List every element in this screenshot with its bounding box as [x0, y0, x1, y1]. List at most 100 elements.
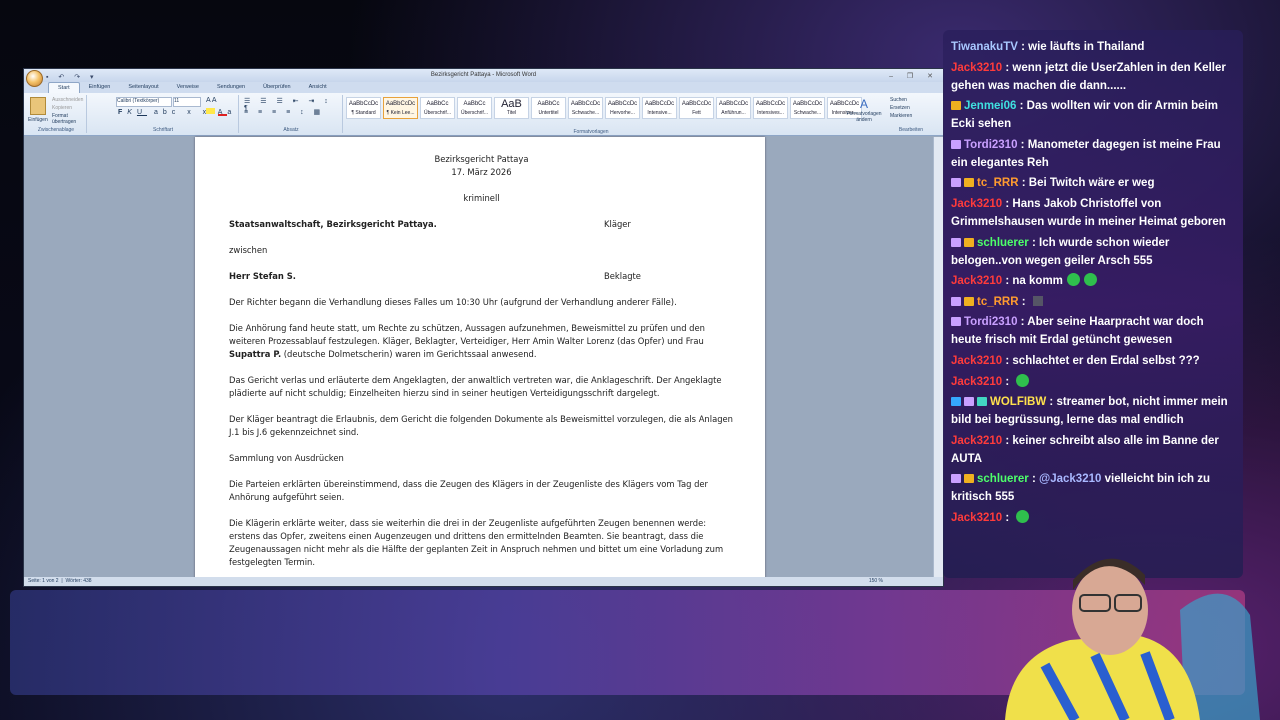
chat-panel: TiwanakuTV : wie läufts in Thailand Jack3…: [943, 30, 1243, 578]
paste-button[interactable]: Einfügen: [28, 117, 48, 123]
style-preview: AaBbCc: [537, 101, 560, 107]
grow-shrink-font-icons[interactable]: A A: [206, 97, 217, 104]
cut-button[interactable]: Ausschneiden: [52, 97, 83, 103]
chat-username[interactable]: schluerer: [977, 237, 1029, 249]
format-painter-button[interactable]: Format übertragen: [52, 113, 86, 125]
chat-username[interactable]: Jack3210: [951, 62, 1002, 74]
chat-username[interactable]: TiwanakuTV: [951, 41, 1018, 53]
style-preview: AaBbCcDc: [681, 101, 712, 107]
editing-group: Suchen Ersetzen Markieren Bearbeiten: [886, 95, 936, 133]
gold-badge-icon: [964, 474, 974, 484]
tab-4[interactable]: Sendungen: [208, 82, 254, 93]
chat-username[interactable]: Tordi2310: [964, 139, 1017, 151]
chat-username[interactable]: Jenmei06: [964, 100, 1016, 112]
chat-message: Jack3210 : schlachtet er den Erdal selbs…: [951, 354, 1200, 367]
status-page[interactable]: Seite: 1 von 2: [28, 578, 59, 584]
style-item[interactable]: AaBbCcDc ¶ Standard: [346, 97, 381, 119]
tab-5[interactable]: Überprüfen: [254, 82, 300, 93]
doc-paragraph-7: Die Klägerin erklärte weiter, dass sie w…: [229, 518, 724, 567]
chat-username[interactable]: Jack3210: [951, 512, 1002, 524]
paragraph-group-label: Absatz: [283, 127, 299, 133]
style-item[interactable]: AaBbCcDc ¶ Kein Lee...: [383, 97, 418, 119]
gem-badge-icon: [977, 397, 987, 407]
status-words[interactable]: Wörter: 438: [65, 578, 91, 584]
ribbon-tabs: Start Einfügen Seitenlayout Verweise Sendung…: [24, 82, 943, 93]
style-preview: AaBbCcDc: [792, 101, 823, 107]
style-gallery: AaBbCcDc ¶ Standard AaBbCcDc ¶ Kein Lee... A…: [346, 97, 862, 119]
tab-3[interactable]: Verweise: [168, 82, 208, 93]
doc-p2-rest: (deutsche Dolmetscherin) waren im Gerich…: [281, 349, 537, 359]
style-name: Titel: [506, 110, 517, 116]
copy-button[interactable]: Kopieren: [52, 105, 72, 111]
quick-access-toolbar[interactable]: ▪ ↶ ↷ ▾: [46, 71, 98, 84]
document-page[interactable]: Bezirksgericht Pattaya 17. März 2026 kri…: [195, 137, 765, 586]
chat-username[interactable]: tc_RRR: [977, 296, 1019, 308]
highlight-color-icon[interactable]: [206, 108, 215, 114]
style-item[interactable]: AaBbCcDc Fett: [679, 97, 714, 119]
font-color-icon[interactable]: [218, 108, 227, 116]
style-item[interactable]: AaBbCcDc Schwache...: [568, 97, 603, 119]
zoom-level[interactable]: 150 %: [869, 577, 883, 586]
party1-role: Kläger: [604, 219, 631, 229]
window-controls[interactable]: – ❐ ✕: [889, 70, 939, 83]
style-item[interactable]: AaBbCc Überschrif...: [457, 97, 492, 119]
style-item[interactable]: AaBbCcDc Intensive...: [642, 97, 677, 119]
purple-badge-icon: [964, 397, 974, 407]
purple-badge-icon: [951, 296, 961, 306]
style-item[interactable]: AaBbCcDc Anführun...: [716, 97, 751, 119]
frog-emote-icon: [1016, 509, 1030, 523]
chat-username[interactable]: WOLFIBW: [990, 396, 1046, 408]
doc-paragraph-1: Der Richter begann die Verhandlung diese…: [229, 297, 677, 307]
chat-mention[interactable]: @Jack3210: [1039, 473, 1101, 485]
webcam-feed: [1005, 558, 1260, 720]
style-name: Überschrif...: [424, 110, 451, 116]
chat-username[interactable]: Tordi2310: [964, 316, 1017, 328]
vertical-scrollbar[interactable]: [933, 137, 943, 577]
chat-message: Jack3210 : keiner schreibt also alle im …: [951, 434, 1219, 465]
style-preview: AaB: [501, 98, 522, 110]
style-item[interactable]: AaB Titel: [494, 97, 529, 119]
doc-date: 17. März 2026: [451, 167, 512, 177]
chat-username[interactable]: Jack3210: [951, 355, 1002, 367]
select-button[interactable]: Markieren: [890, 113, 912, 119]
doc-between: zwischen: [229, 245, 268, 255]
style-name: Schwache...: [793, 110, 822, 116]
find-button[interactable]: Suchen: [890, 97, 907, 103]
font-size-box[interactable]: 11: [173, 97, 201, 107]
chat-username[interactable]: Jack3210: [951, 376, 1002, 388]
chat-username[interactable]: Jack3210: [951, 198, 1002, 210]
style-item[interactable]: AaBbCcDc Hervorhe...: [605, 97, 640, 119]
party1-row: Staatsanwaltschaft, Bezirksgericht Patta…: [229, 218, 734, 231]
doc-p2-text: Die Anhörung fand heute statt, um Rechte…: [229, 323, 705, 346]
clipboard-group-label: Zwischenablage: [37, 127, 75, 133]
doc-paragraph-2: Die Anhörung fand heute statt, um Rechte…: [229, 322, 734, 361]
style-item[interactable]: AaBbCc Untertitel: [531, 97, 566, 119]
style-name: Anführun...: [721, 110, 746, 116]
align-icons[interactable]: ≡ ≡ ≡ ≡ ↕ ▦: [244, 108, 324, 116]
chat-message: Tordi2310 : Aber seine Haarpracht war do…: [951, 316, 1204, 347]
style-item[interactable]: AaBbCcDc Schwache...: [790, 97, 825, 119]
chat-text: Bei Twitch wäre er weg: [1028, 177, 1155, 190]
replace-button[interactable]: Ersetzen: [890, 105, 910, 111]
chat-username[interactable]: Jack3210: [951, 275, 1002, 287]
chat-message: schluerer : @Jack3210 vielleicht bin ich…: [951, 473, 1211, 504]
chat-username[interactable]: schluerer: [977, 473, 1029, 485]
office-button[interactable]: [26, 70, 43, 87]
tab-6[interactable]: Ansicht: [300, 82, 336, 93]
chat-message: Tordi2310 : Manometer dagegen ist meine …: [951, 138, 1221, 169]
chat-message: Jenmei06 : Das wollten wir von dir Armin…: [951, 100, 1218, 131]
style-item[interactable]: AaBbCc Überschrif...: [420, 97, 455, 119]
frog-emote-icon: [1016, 373, 1030, 387]
change-styles-button[interactable]: A Formatvorlagen ändern: [844, 97, 884, 123]
style-item[interactable]: AaBbCcDc Intensives...: [753, 97, 788, 119]
style-name: Intensive...: [647, 110, 672, 116]
chat-username[interactable]: Jack3210: [951, 435, 1002, 447]
font-name-box[interactable]: Calibri (Textkörper): [116, 97, 172, 107]
style-name: Überschrif...: [461, 110, 488, 116]
styles-group-label: Formatvorlagen: [573, 129, 609, 135]
style-name: Hervorhe...: [610, 110, 635, 116]
chat-username[interactable]: tc_RRR: [977, 177, 1019, 189]
style-preview: AaBbCcDc: [718, 101, 749, 107]
paste-icon[interactable]: [30, 97, 46, 115]
tab-2[interactable]: Seitenlayout: [119, 82, 167, 93]
